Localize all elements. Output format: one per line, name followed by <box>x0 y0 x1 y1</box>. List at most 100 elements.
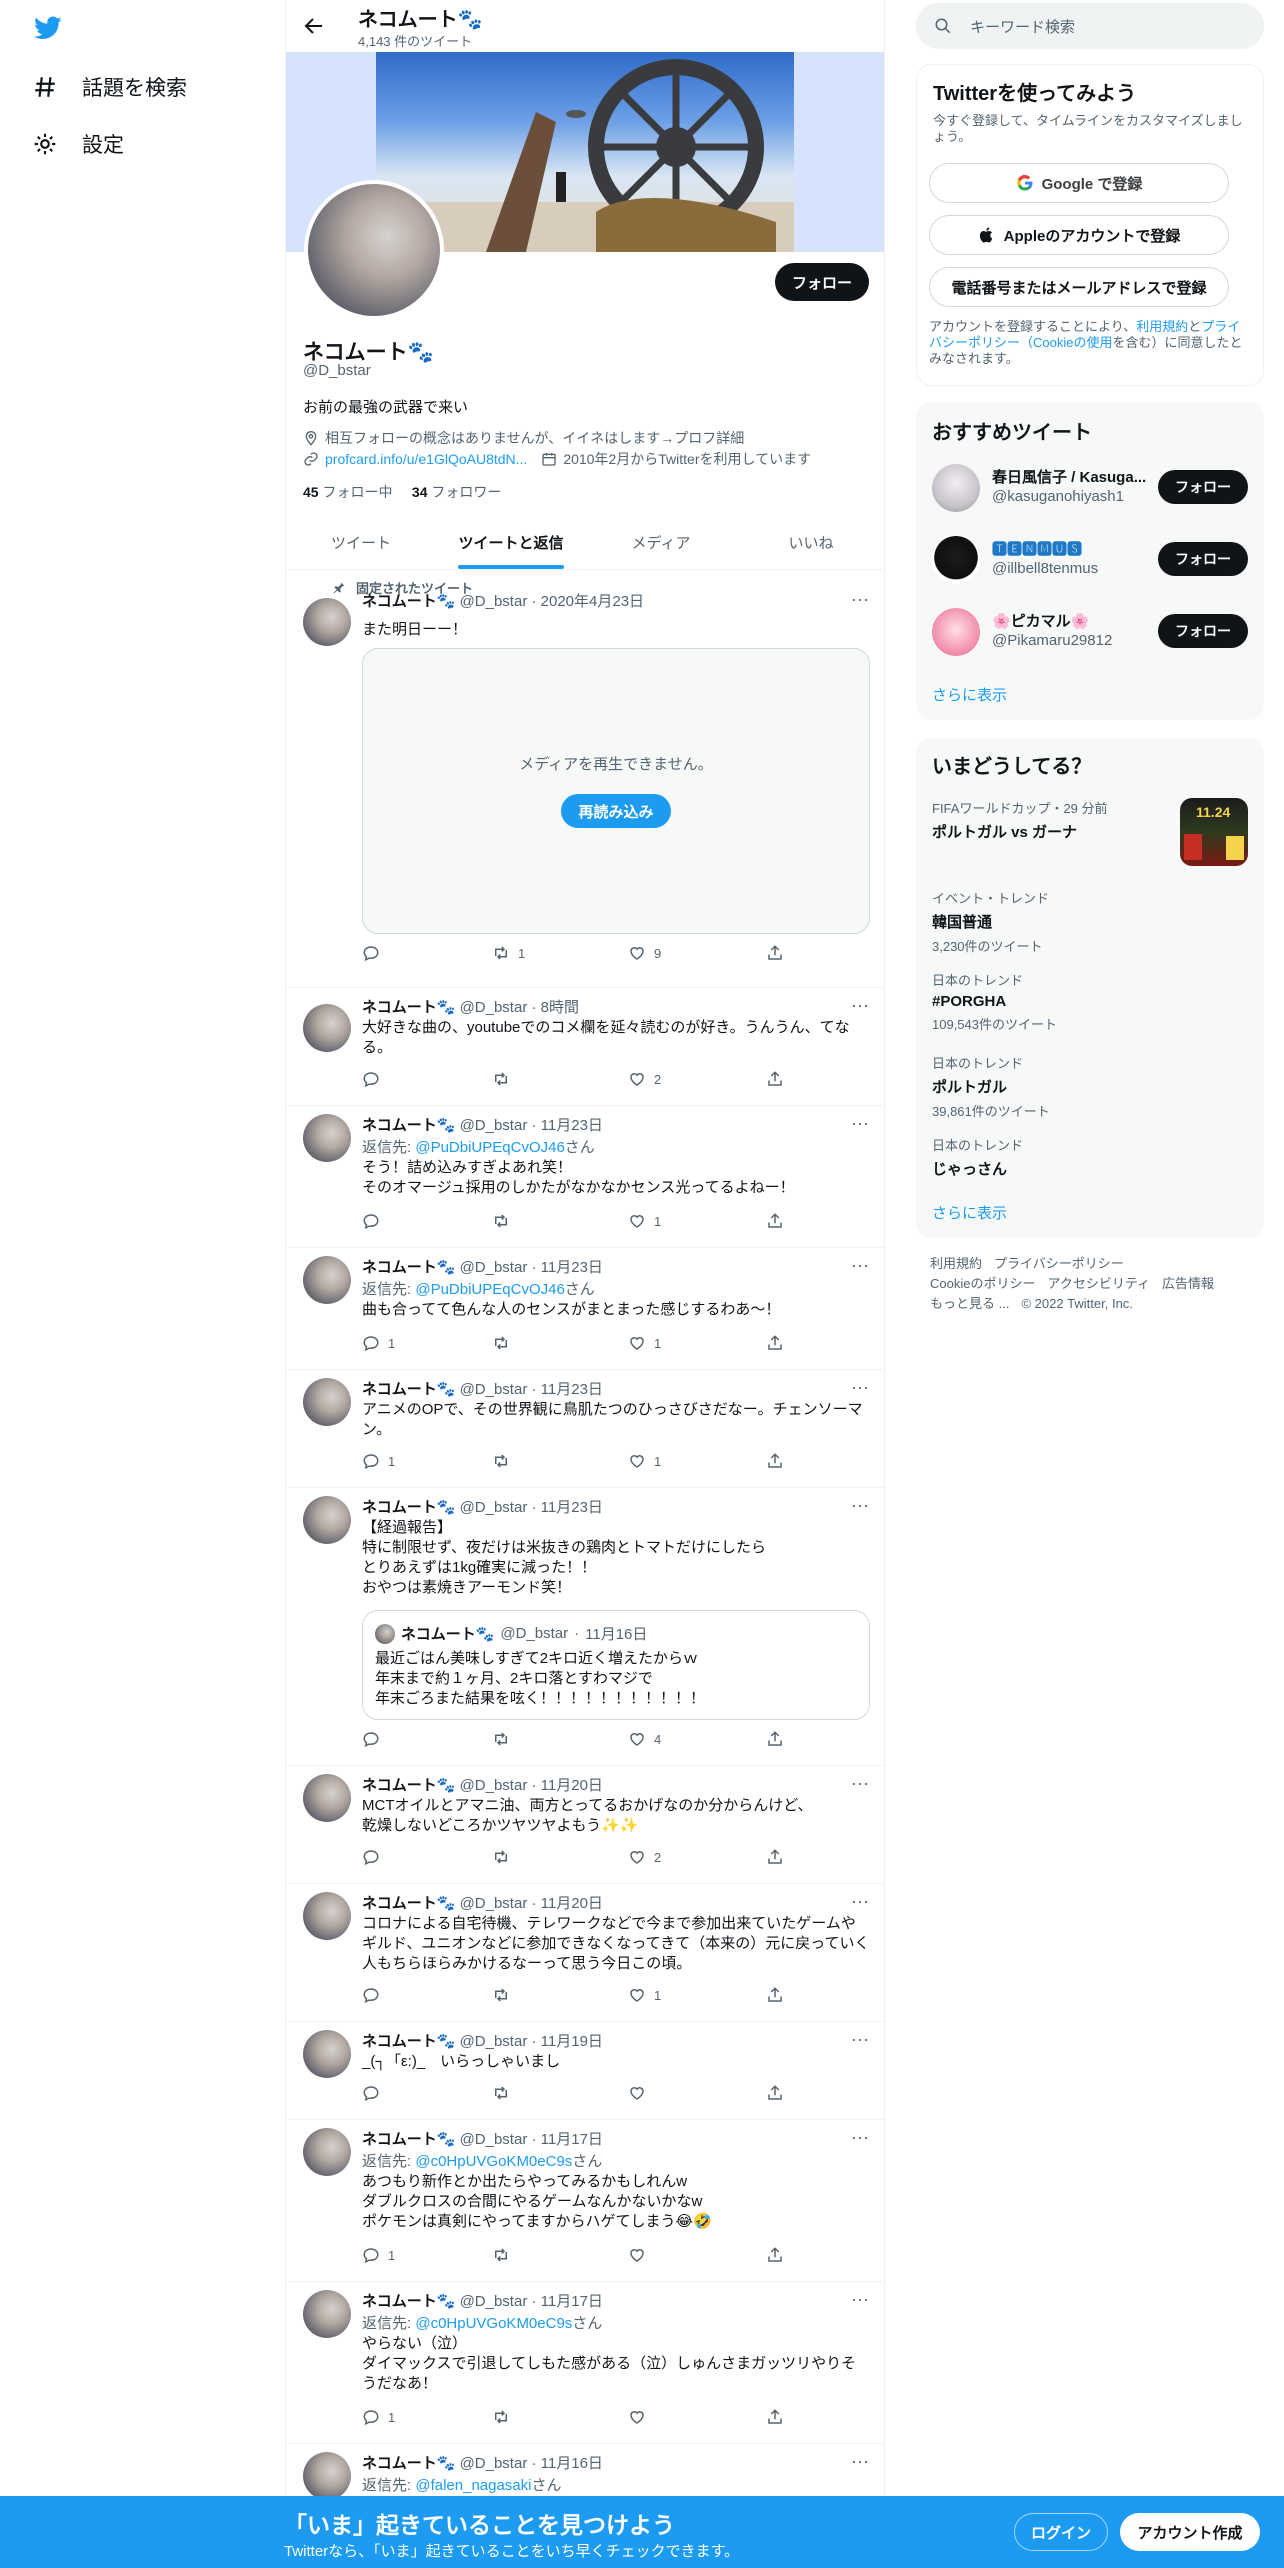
recommended-show-more[interactable]: さらに表示 <box>932 684 1007 705</box>
tweet-author-handle[interactable]: @D_bstar <box>460 2131 528 2148</box>
google-signup-button[interactable]: Google で登録 <box>929 163 1229 203</box>
footer-link[interactable]: Cookieのポリシー <box>930 1276 1035 1291</box>
share-button[interactable] <box>766 1452 784 1470</box>
like-button[interactable]: 1 <box>628 1452 661 1470</box>
like-button[interactable]: 9 <box>628 944 661 962</box>
tweet-author-handle[interactable]: @D_bstar <box>460 2293 528 2310</box>
like-button[interactable] <box>628 2246 654 2264</box>
share-button[interactable] <box>766 1848 784 1866</box>
tab-likes[interactable]: いいね <box>736 517 884 569</box>
tweet-author-handle[interactable]: @D_bstar <box>460 2455 528 2472</box>
reply-button[interactable]: 1 <box>362 1334 395 1352</box>
avatar[interactable] <box>303 1892 351 1940</box>
avatar[interactable] <box>303 1496 351 1544</box>
tweet-time[interactable]: 11月19日 <box>541 2033 603 2050</box>
retweet-button[interactable] <box>492 1986 518 2004</box>
tweet[interactable]: ネコムート🐾 @D_bstar · 11月20日 ··· コロナによる自宅待機、テレ… <box>286 1884 884 2022</box>
tweet-author-name[interactable]: ネコムート🐾 <box>362 1381 455 1398</box>
more-options-icon[interactable]: ··· <box>850 1378 870 1400</box>
share-button[interactable] <box>766 1986 784 2004</box>
reply-button[interactable] <box>362 1986 388 2004</box>
following-count[interactable]: 45 フォロー中 <box>303 484 392 500</box>
tweet-author-name[interactable]: ネコムート🐾 <box>362 2293 455 2310</box>
avatar[interactable] <box>303 598 351 646</box>
tweet-time[interactable]: 11月23日 <box>541 1117 603 1134</box>
footer-link[interactable]: 利用規約 <box>930 1256 982 1271</box>
share-button[interactable] <box>766 1334 784 1352</box>
avatar[interactable] <box>303 1004 351 1052</box>
trend-item[interactable]: 日本のトレンド ポルトガル 39,861件のツイート <box>932 1053 1248 1120</box>
reply-to-handle[interactable]: @c0HpUVGoKM0eC9s <box>415 2315 572 2332</box>
reply-button[interactable] <box>362 1730 388 1748</box>
terms-link[interactable]: 利用規約 <box>1136 319 1188 334</box>
tweet-author-handle[interactable]: @D_bstar <box>460 1895 528 1912</box>
reply-to-handle[interactable]: @PuDbiUPEqCvOJ46 <box>415 1281 564 1298</box>
trend-item[interactable]: 日本のトレンド #PORGHA 109,543件のツイート <box>932 970 1248 1033</box>
tweet-time[interactable]: 11月16日 <box>541 2455 603 2472</box>
retweet-button[interactable] <box>492 1334 518 1352</box>
tweet-author-name[interactable]: ネコムート🐾 <box>362 1259 455 1276</box>
tweet-time[interactable]: 11月20日 <box>541 1895 603 1912</box>
tweet[interactable]: ネコムート🐾 @D_bstar · 11月23日 ··· 【経過報告】 特に制限せず… <box>286 1488 884 1766</box>
reply-button[interactable] <box>362 944 388 962</box>
share-button[interactable] <box>766 1730 784 1748</box>
tweet[interactable]: ネコムート🐾 @D_bstar · 11月20日 ··· MCTオイルとアマニ油、両… <box>286 1766 884 1884</box>
more-options-icon[interactable]: ··· <box>850 2128 870 2150</box>
retweet-button[interactable] <box>492 2408 518 2426</box>
tweet-time[interactable]: 11月23日 <box>541 1259 603 1276</box>
more-options-icon[interactable]: ··· <box>850 996 870 1018</box>
avatar[interactable] <box>303 2030 351 2078</box>
footer-link[interactable]: プライバシーポリシー <box>994 1256 1124 1271</box>
tweet[interactable]: ネコムート🐾 @D_bstar · 2020年4月23日 ··· また明日ーー！ メデ… <box>286 570 884 988</box>
retweet-button[interactable] <box>492 1848 518 1866</box>
avatar[interactable] <box>303 1378 351 1426</box>
like-button[interactable] <box>628 2084 654 2102</box>
recommended-follow-button[interactable]: フォロー <box>1158 470 1248 504</box>
reply-button[interactable] <box>362 2084 388 2102</box>
profile-avatar[interactable] <box>304 180 444 320</box>
tweet[interactable]: ネコムート🐾 @D_bstar · 11月17日 ··· 返信先: @c0HpUVG… <box>286 2282 884 2444</box>
phone-email-signup-button[interactable]: 電話番号またはメールアドレスで登録 <box>929 267 1229 307</box>
avatar[interactable] <box>303 1256 351 1304</box>
reply-button[interactable] <box>362 1848 388 1866</box>
quoted-tweet[interactable]: ネコムート🐾 @D_bstar · 11月16日 最近ごはん美味しすぎて2キロ近く増えた… <box>362 1610 870 1720</box>
tweet-author-handle[interactable]: @D_bstar <box>460 1777 528 1794</box>
profile-url-link[interactable]: profcard.info/u/e1GlQoAU8tdN... <box>325 451 527 467</box>
tab-media[interactable]: メディア <box>586 517 736 569</box>
share-button[interactable] <box>766 2408 784 2426</box>
like-button[interactable]: 1 <box>628 1986 661 2004</box>
more-options-icon[interactable]: ··· <box>850 590 870 612</box>
avatar[interactable] <box>303 2290 351 2338</box>
tweet-author-name[interactable]: ネコムート🐾 <box>362 1499 455 1516</box>
like-button[interactable]: 1 <box>628 1334 661 1352</box>
like-button[interactable]: 2 <box>628 1848 661 1866</box>
tweet-author-name[interactable]: ネコムート🐾 <box>362 1777 455 1794</box>
retweet-button[interactable] <box>492 1730 518 1748</box>
tab-tweets-and-replies[interactable]: ツイートと返信 <box>436 517 586 569</box>
tweet-author-name[interactable]: ネコムート🐾 <box>362 2131 455 2148</box>
tweet[interactable]: ネコムート🐾 @D_bstar · 11月23日 ··· 返信先: @PuDbiUP… <box>286 1106 884 1248</box>
tweet-author-name[interactable]: ネコムート🐾 <box>362 593 455 610</box>
avatar[interactable] <box>932 464 980 512</box>
reply-button[interactable] <box>362 1070 388 1088</box>
avatar[interactable] <box>932 608 980 656</box>
tweet-time[interactable]: 2020年4月23日 <box>541 593 644 610</box>
avatar[interactable] <box>303 2452 351 2500</box>
tweet-author-handle[interactable]: @D_bstar <box>460 2033 528 2050</box>
tweet-author-name[interactable]: ネコムート🐾 <box>362 1117 455 1134</box>
recommended-user[interactable]: 春日風信子 / Kasuga... @kasuganohiyash1 フォロー <box>932 460 1248 516</box>
login-button[interactable]: ログイン <box>1014 2513 1108 2551</box>
retweet-button[interactable] <box>492 1070 518 1088</box>
reload-button[interactable]: 再読み込み <box>561 794 671 828</box>
nav-explore[interactable]: 話題を検索 <box>32 72 187 102</box>
nav-settings[interactable]: 設定 <box>32 129 124 159</box>
reply-button[interactable] <box>362 1212 388 1230</box>
follow-button[interactable]: フォロー <box>775 263 869 301</box>
tweet[interactable]: ネコムート🐾 @D_bstar · 11月17日 ··· 返信先: @c0HpUVG… <box>286 2120 884 2282</box>
like-button[interactable]: 1 <box>628 1212 661 1230</box>
share-button[interactable] <box>766 1212 784 1230</box>
more-options-icon[interactable]: ··· <box>850 2452 870 2474</box>
followers-count[interactable]: 34 フォロワー <box>412 484 501 500</box>
share-button[interactable] <box>766 1070 784 1088</box>
tweet-author-handle[interactable]: @D_bstar <box>460 1259 528 1276</box>
